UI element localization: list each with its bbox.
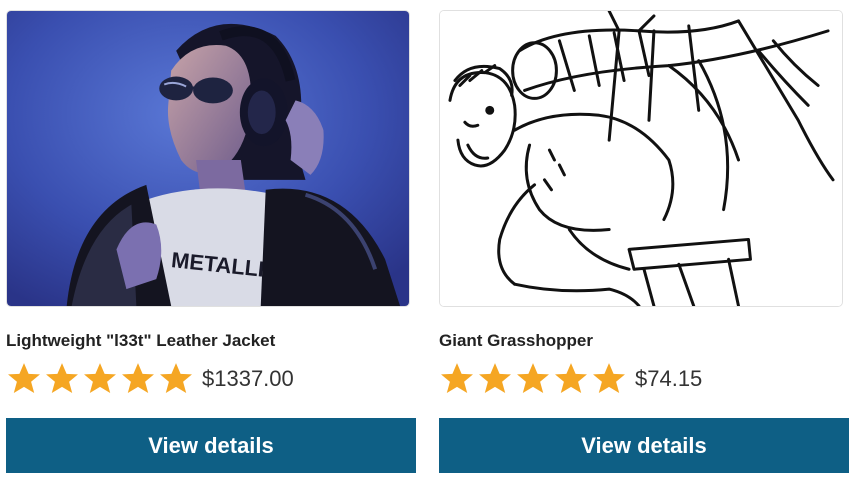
product-image[interactable] — [439, 10, 843, 307]
product-title[interactable]: Giant Grasshopper — [439, 331, 593, 351]
product-image[interactable]: METALLICA — [6, 10, 410, 307]
star-rating — [6, 362, 194, 396]
star-icon — [6, 362, 42, 396]
product-card: METALLICA Lightweight "l33t" Leather Jac… — [6, 0, 416, 478]
star-icon — [439, 362, 475, 396]
star-icon — [44, 362, 80, 396]
view-details-button[interactable]: View details — [439, 418, 849, 473]
product-card: Giant Grasshopper $74.15 View details — [439, 0, 849, 478]
product-grid: METALLICA Lightweight "l33t" Leather Jac… — [0, 0, 864, 478]
star-icon — [591, 362, 627, 396]
star-icon — [515, 362, 551, 396]
grasshopper-sketch-image — [440, 11, 842, 306]
product-rating: $74.15 — [439, 362, 702, 396]
star-icon — [158, 362, 194, 396]
product-price: $74.15 — [635, 366, 703, 391]
star-icon — [120, 362, 156, 396]
star-icon — [477, 362, 513, 396]
star-rating — [439, 362, 627, 396]
product-price: $1337.00 — [202, 366, 294, 391]
star-icon — [553, 362, 589, 396]
woman-headphones-image: METALLICA — [7, 11, 409, 306]
product-rating: $1337.00 — [6, 362, 294, 396]
product-title[interactable]: Lightweight "l33t" Leather Jacket — [6, 331, 275, 351]
star-icon — [82, 362, 118, 396]
view-details-button[interactable]: View details — [6, 418, 416, 473]
